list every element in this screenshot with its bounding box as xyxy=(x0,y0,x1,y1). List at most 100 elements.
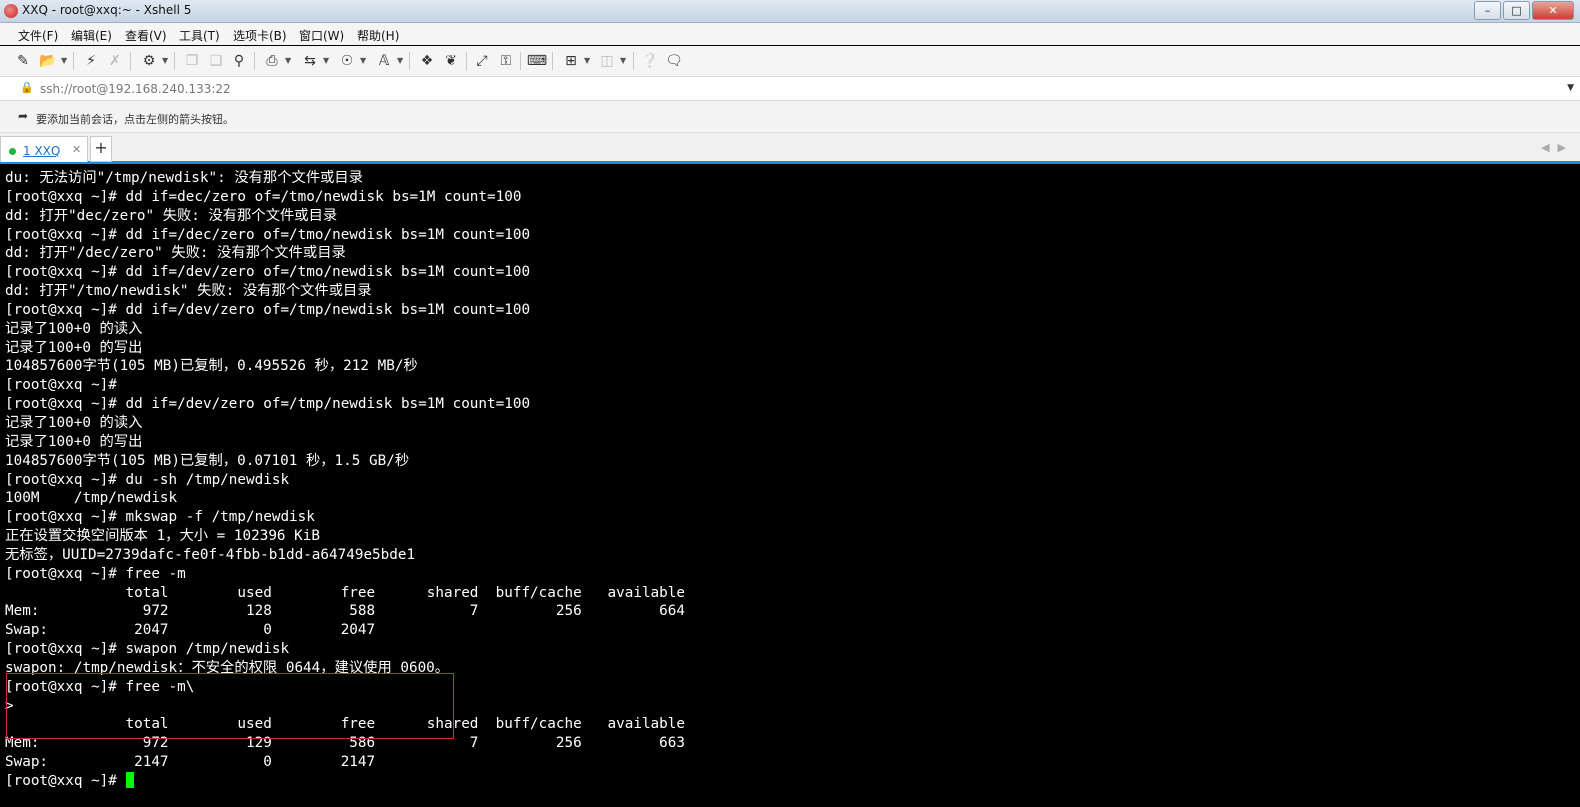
menu-window[interactable]: 窗口(W) xyxy=(299,27,344,44)
toolbar-separator xyxy=(633,52,634,70)
tab-xxq[interactable]: 1 XXQ ✕ xyxy=(0,136,88,162)
fullscreen-icon[interactable]: ⤢ xyxy=(473,52,491,70)
terminal-line: total used free shared buff/cache availa… xyxy=(5,716,686,733)
toolbar-separator xyxy=(73,52,74,70)
tab-close-icon[interactable]: ✕ xyxy=(72,143,81,156)
toolbar-separator xyxy=(254,52,255,70)
print-icon[interactable]: ⎙ xyxy=(263,52,281,70)
terminal-line: [root@xxq ~]# dd if=/dev/zero of=/tmo/ne… xyxy=(5,264,531,281)
add-tab-dropdown-icon[interactable]: ▼ xyxy=(584,56,590,65)
terminal-line: Swap: 2147 0 2147 xyxy=(5,754,376,771)
copy-icon: ❐ xyxy=(185,53,199,69)
minimize-button[interactable]: – xyxy=(1474,1,1501,20)
toolbar-separator xyxy=(409,52,410,70)
menu-help[interactable]: 帮助(H) xyxy=(357,27,399,44)
terminal-line: [root@xxq ~]# dd if=/dev/zero of=/tmp/ne… xyxy=(5,301,531,318)
terminal-line: [root@xxq ~]# free -m xyxy=(5,565,186,582)
terminal-line: 100M /tmp/newdisk xyxy=(5,490,178,507)
window-title: XXQ - root@xxq:~ - Xshell 5 xyxy=(22,3,192,17)
window-controls: – □ ✕ xyxy=(1474,1,1574,20)
transfer-dropdown-icon[interactable]: ▼ xyxy=(323,56,329,65)
menu-tabs[interactable]: 选项卡(B) xyxy=(233,27,287,44)
address-dropdown-icon[interactable]: ▼ xyxy=(1567,83,1574,93)
toolbar-separator xyxy=(466,52,467,70)
terminal-line: 记录了100+0 的读入 xyxy=(5,320,143,337)
terminal-line: 104857600字节(105 MB)已复制，0.07101 秒，1.5 GB/… xyxy=(5,452,410,469)
menu-tools[interactable]: 工具(T) xyxy=(179,27,220,44)
terminal-line: dd: 打开"dec/zero" 失败: 没有那个文件或目录 xyxy=(5,207,338,224)
globe-dropdown-icon[interactable]: ▼ xyxy=(360,56,366,65)
terminal-line: Mem: 972 128 588 7 256 664 xyxy=(5,603,685,620)
xftp-icon[interactable]: ❖ xyxy=(418,52,436,70)
terminal-line: [root@xxq ~]# dd if=/dec/zero of=/tmo/ne… xyxy=(5,226,531,243)
disconnect-icon: ✗ xyxy=(109,53,121,69)
terminal-line: 无标签，UUID=2739dafc-fe0f-4fbb-b1dd-a64749e… xyxy=(5,546,416,563)
terminal-screen[interactable]: du: 无法访问"/tmp/newdisk": 没有那个文件或目录 [root@x… xyxy=(0,164,1580,807)
connect-icon[interactable]: ⚡ xyxy=(82,52,100,70)
terminal-line: [root@xxq ~]# dd if=dec/zero of=/tmo/new… xyxy=(5,188,522,205)
layout-dropdown-icon: ▼ xyxy=(620,56,627,65)
settings-icon[interactable]: ⚙ xyxy=(140,52,158,70)
toolbar-separator xyxy=(174,52,175,70)
terminal-line: 正在设置交换空间版本 1，大小 = 102396 KiB xyxy=(5,528,320,545)
terminal-line: > xyxy=(5,697,14,714)
help-icon[interactable]: ❔ xyxy=(641,52,659,70)
address-field[interactable]: ssh://root@192.168.240.133:22 xyxy=(40,82,231,96)
terminal-line: Swap: 2047 0 2047 xyxy=(5,622,376,639)
menu-edit[interactable]: 编辑(E) xyxy=(71,27,112,44)
terminal-line: [root@xxq ~]# mkswap -f /tmp/newdisk xyxy=(5,509,315,526)
terminal-line: [root@xxq ~]# xyxy=(5,772,685,791)
terminal-output: du: 无法访问"/tmp/newdisk": 没有那个文件或目录 [root@x… xyxy=(5,169,685,791)
lock-icon[interactable]: ⚿ xyxy=(497,52,515,70)
font-dropdown-icon[interactable]: ▼ xyxy=(397,56,403,65)
terminal-line: total used free shared buff/cache availa… xyxy=(5,584,686,601)
tab-label[interactable]: 1 XXQ xyxy=(23,144,60,158)
settings-dropdown-icon[interactable]: ▼ xyxy=(162,56,168,65)
terminal-line: 记录了100+0 的读入 xyxy=(5,414,143,431)
open-dropdown-icon[interactable]: ▼ xyxy=(61,56,67,65)
title-bar: XXQ - root@xxq:~ - Xshell 5 – □ ✕ xyxy=(0,0,1580,23)
new-tab-button[interactable]: + xyxy=(90,136,112,162)
terminal-line: Mem: 972 129 586 7 256 663 xyxy=(5,735,685,752)
terminal-cursor xyxy=(125,772,134,788)
session-hint-bar: ➦ 要添加当前会话，点击左侧的箭头按钮。 xyxy=(0,101,1580,133)
terminal-line: [root@xxq ~]# free -m\ xyxy=(5,678,195,695)
tab-bar: 1 XXQ ✕ + ◀▶ xyxy=(0,133,1580,164)
menu-file[interactable]: 文件(F) xyxy=(18,27,58,44)
print-dropdown-icon[interactable]: ▼ xyxy=(285,56,291,65)
terminal-line: [root@xxq ~]# swapon /tmp/newdisk xyxy=(5,641,290,658)
add-tab-icon[interactable]: ⊞ xyxy=(562,52,580,70)
terminal-line: 记录了100+0 的写出 xyxy=(5,433,143,450)
globe-icon[interactable]: ☉ xyxy=(338,52,356,70)
terminal-line: swapon: /tmp/newdisk：不安全的权限 0644，建议使用 06… xyxy=(5,659,450,676)
lock-icon: 🔒 xyxy=(20,81,34,94)
close-button[interactable]: ✕ xyxy=(1532,1,1574,20)
menu-bar: 文件(F) 编辑(E) 查看(V) 工具(T) 选项卡(B) 窗口(W) 帮助(… xyxy=(0,23,1580,45)
terminal-line: [root@xxq ~]# xyxy=(5,377,117,394)
address-bar[interactable]: 🔒 ssh://root@192.168.240.133:22 ▼ xyxy=(0,77,1580,101)
paste-icon: ❑ xyxy=(209,53,223,69)
terminal-line: [root@xxq ~]# dd if=/dev/zero of=/tmp/ne… xyxy=(5,396,531,413)
terminal-line: dd: 打开"/dec/zero" 失败: 没有那个文件或目录 xyxy=(5,245,346,262)
toolbar-separator xyxy=(552,52,553,70)
open-folder-icon[interactable]: 📂 xyxy=(39,52,57,70)
menu-view[interactable]: 查看(V) xyxy=(125,27,167,44)
xmanager-icon[interactable]: ❦ xyxy=(442,52,460,70)
connected-status-icon xyxy=(9,148,16,155)
toolbar-separator xyxy=(130,52,131,70)
terminal-line: du: 无法访问"/tmp/newdisk": 没有那个文件或目录 xyxy=(5,170,364,186)
maximize-button[interactable]: □ xyxy=(1503,1,1530,20)
tab-scroll-arrows-icon[interactable]: ◀▶ xyxy=(1541,141,1574,154)
new-session-icon[interactable]: ✎ xyxy=(14,52,32,70)
chat-icon[interactable]: 🗨 xyxy=(665,52,683,70)
find-icon[interactable]: ⚲ xyxy=(230,52,248,70)
terminal-line: [root@xxq ~]# du -sh /tmp/newdisk xyxy=(5,471,290,488)
transfer-icon[interactable]: ⇆ xyxy=(301,52,319,70)
toolbar: ✎ 📂 ▼ ⚡ ✗ ⚙ ▼ ❐ ❑ ⚲ ⎙ ▼ ⇆ ▼ ☉ ▼ 𝔸 ▼ ❖ ❦ … xyxy=(0,46,1580,77)
xshell-app-icon xyxy=(4,4,18,18)
add-session-arrow-icon[interactable]: ➦ xyxy=(18,109,28,123)
terminal-line: dd: 打开"/tmo/newdisk" 失败: 没有那个文件或目录 xyxy=(5,283,372,300)
terminal-line: 记录了100+0 的写出 xyxy=(5,339,143,356)
font-icon[interactable]: 𝔸 xyxy=(375,52,393,70)
keyboard-icon[interactable]: ⌨ xyxy=(527,52,547,70)
